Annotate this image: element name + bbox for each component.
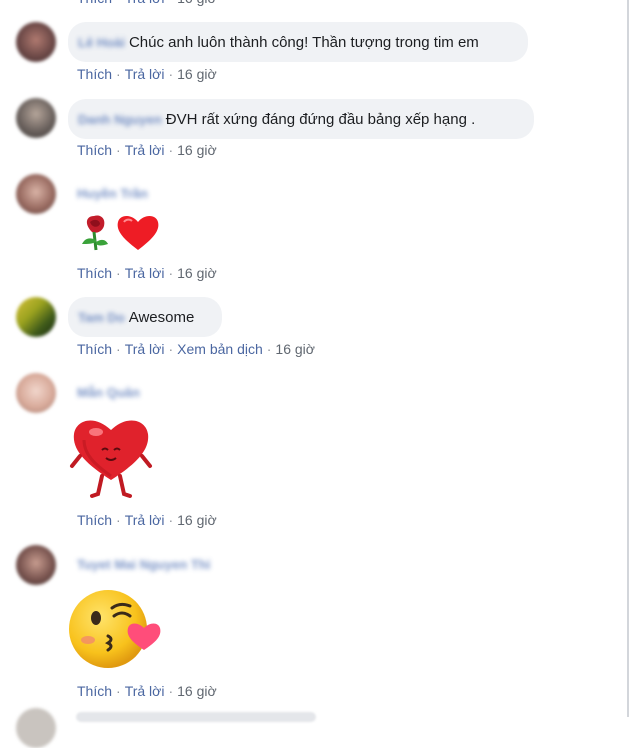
partial-actions: Thích·Trả lời·16 giờ — [77, 0, 217, 6]
comment-actions: Thích · Trả lời · 16 giờ — [77, 512, 217, 528]
comment-bubble: Danh Nguyen ĐVH rất xứng đáng đứng đầu b… — [68, 99, 534, 139]
avatar[interactable] — [16, 297, 56, 337]
commenter-name[interactable]: Danh Nguyen — [78, 112, 162, 127]
comment-text: Awesome — [128, 308, 195, 326]
comment-time[interactable]: 16 giờ — [177, 66, 217, 82]
avatar[interactable] — [16, 98, 56, 138]
like-link[interactable]: Thích — [77, 142, 112, 158]
dancing-heart-sticker — [68, 410, 154, 507]
reply-link[interactable]: Trả lời — [125, 683, 165, 699]
comment-actions: Thích · Trả lời · 16 giờ — [77, 683, 217, 699]
like-link[interactable]: Thích — [77, 0, 112, 6]
reply-link[interactable]: Trả lời — [125, 512, 165, 528]
partial-comment-bubble — [76, 712, 316, 722]
avatar[interactable] — [16, 373, 56, 413]
reply-link[interactable]: Trả lời — [125, 341, 165, 357]
like-link[interactable]: Thích — [77, 265, 112, 281]
rose-heart-emoji — [82, 215, 159, 251]
comment-time[interactable]: 16 giờ — [177, 142, 217, 158]
commenter-name[interactable]: Mẫn Quân — [77, 385, 140, 400]
comment-actions: Thích · Trả lời · 16 giờ — [77, 265, 217, 281]
reply-link[interactable]: Trả lời — [125, 0, 165, 6]
like-link[interactable]: Thích — [77, 66, 112, 82]
avatar[interactable] — [16, 708, 56, 748]
comment-actions: Thích · Trả lời · 16 giờ — [77, 66, 217, 82]
commenter-name[interactable]: Tam Do — [78, 310, 125, 325]
comment-bubble: Tam Do Awesome — [68, 297, 222, 337]
commenter-name[interactable]: Huyền Trần — [77, 186, 148, 201]
commenter-name[interactable]: Tuyet Mai Nguyen Thi — [77, 557, 210, 572]
emoji-reply — [74, 210, 164, 263]
comment-actions: Thích · Trả lời · Xem bản dịch · 16 giờ — [77, 341, 315, 357]
avatar[interactable] — [16, 545, 56, 585]
like-link[interactable]: Thích — [77, 341, 112, 357]
commenter-name[interactable]: Lê Hoài — [78, 35, 125, 50]
avatar[interactable] — [16, 22, 56, 62]
comment-time[interactable]: 16 giờ — [177, 265, 217, 281]
like-link[interactable]: Thích — [77, 683, 112, 699]
comment-time[interactable]: 16 giờ — [275, 341, 315, 357]
avatar[interactable] — [16, 174, 56, 214]
comment-bubble: Lê Hoài Chúc anh luôn thành công! Thần t… — [68, 22, 528, 62]
comment-text: ĐVH rất xứng đáng đứng đầu bảng xếp hạng… — [165, 110, 476, 128]
comment-time[interactable]: 16 giờ — [177, 683, 217, 699]
reply-link[interactable]: Trả lời — [125, 265, 165, 281]
kissing-face-sticker — [68, 586, 164, 677]
comment-time[interactable]: 16 giờ — [177, 512, 217, 528]
like-link[interactable]: Thích — [77, 512, 112, 528]
reply-link[interactable]: Trả lời — [125, 142, 165, 158]
comment-actions: Thích · Trả lời · 16 giờ — [77, 142, 217, 158]
reply-link[interactable]: Trả lời — [125, 66, 165, 82]
see-translation-link[interactable]: Xem bản dịch — [177, 341, 263, 357]
comment-text: Chúc anh luôn thành công! Thần tượng tro… — [128, 33, 479, 51]
